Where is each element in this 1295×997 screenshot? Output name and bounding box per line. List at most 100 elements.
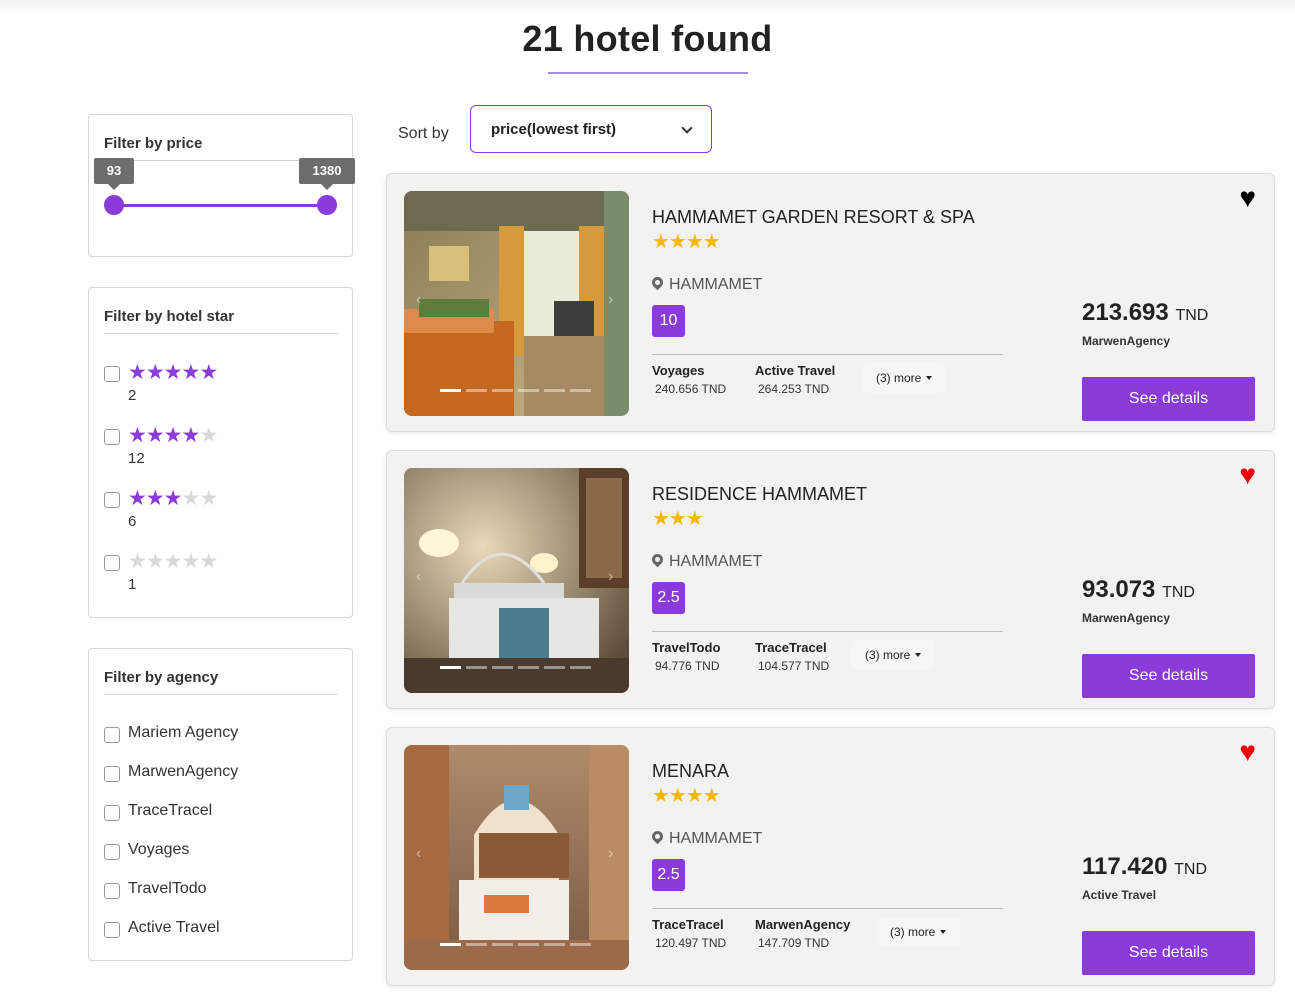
agency-filter-option[interactable]: Voyages: [104, 839, 324, 863]
favorite-heart-icon[interactable]: ♥: [1239, 461, 1256, 489]
star-icon: ★: [145, 424, 165, 447]
star-icon: ★: [128, 550, 147, 573]
hotel-name[interactable]: HAMMAMET GARDEN RESORT & SPA: [652, 207, 975, 228]
star-icon: ★: [145, 487, 165, 510]
agency-filter-option[interactable]: Mariem Agency: [104, 722, 324, 746]
star-filter-option[interactable]: ★★★★★ 12: [104, 424, 304, 474]
star-rating-icons: ★★★★★: [128, 424, 218, 448]
star-icon: ★: [199, 487, 218, 510]
offer-price: 147.709 TND: [758, 936, 830, 950]
carousel-indicator[interactable]: [492, 389, 513, 392]
agency-filter-checkbox[interactable]: [104, 844, 120, 860]
favorite-heart-icon[interactable]: ♥: [1239, 738, 1256, 766]
more-offers-button[interactable]: (3) more: [862, 363, 947, 393]
carousel-indicator[interactable]: [544, 943, 565, 946]
hotel-rating-badge: 10: [652, 305, 685, 337]
more-offers-label: (3) more: [890, 925, 936, 939]
more-offers-button[interactable]: (3) more: [876, 917, 961, 947]
carousel-next-icon[interactable]: ›: [608, 568, 613, 586]
star-filter-checkbox[interactable]: [104, 366, 120, 382]
carousel-indicator[interactable]: [466, 666, 487, 669]
carousel-indicator[interactable]: [570, 666, 591, 669]
hotel-location: HAMMAMET: [649, 828, 762, 848]
agency-filter-label: MarwenAgency: [128, 763, 239, 780]
offer-price: 94.776 TND: [655, 659, 720, 673]
more-offers-button[interactable]: (3) more: [851, 640, 936, 670]
agency-filter-label: Voyages: [128, 841, 190, 858]
carousel-indicator[interactable]: [492, 943, 513, 946]
favorite-heart-icon[interactable]: ♥: [1239, 184, 1256, 212]
carousel-indicator[interactable]: [570, 389, 591, 392]
agency-filter-checkbox[interactable]: [104, 883, 120, 899]
carousel-next-icon[interactable]: ›: [608, 291, 613, 309]
agency-filter-option[interactable]: Active Travel: [104, 917, 324, 941]
carousel-indicator[interactable]: [544, 389, 565, 392]
sort-select[interactable]: price(lowest first): [470, 105, 712, 153]
price-slider-track[interactable]: [114, 204, 327, 207]
offer-price: 264.253 TND: [758, 382, 830, 396]
carousel-indicator[interactable]: [492, 666, 513, 669]
price-max-handle[interactable]: [317, 195, 337, 215]
hotel-name[interactable]: MENARA: [652, 761, 729, 782]
hotel-name[interactable]: RESIDENCE HAMMAMET: [652, 484, 867, 505]
carousel-indicator[interactable]: [466, 389, 487, 392]
offer-agency-name: MarwenAgency: [755, 917, 851, 932]
carousel-prev-icon[interactable]: ‹: [416, 568, 421, 586]
carousel-prev-icon[interactable]: ‹: [416, 291, 421, 309]
sort-selected-value: price(lowest first): [491, 121, 617, 138]
carousel-indicator[interactable]: [466, 943, 487, 946]
best-price-agency: Active Travel: [1082, 888, 1157, 902]
hotel-location-text: HAMMAMET: [669, 553, 763, 570]
more-offers-label: (3) more: [865, 648, 911, 662]
offers-divider: [652, 354, 1003, 355]
star-filter-checkbox[interactable]: [104, 429, 120, 445]
star-icon: ★: [163, 550, 183, 573]
star-filter-checkbox[interactable]: [104, 555, 120, 571]
hotel-photo-carousel[interactable]: ‹ ›: [404, 745, 629, 970]
chevron-down-icon: [681, 122, 693, 134]
star-filter-option[interactable]: ★★★★★ 6: [104, 487, 304, 537]
hotel-location: HAMMAMET: [649, 551, 763, 571]
star-icon: ★: [181, 487, 200, 510]
price-min-tooltip: 93: [94, 158, 134, 190]
carousel-indicator[interactable]: [440, 389, 461, 392]
map-pin-icon: [649, 274, 666, 291]
star-filter-panel: Filter by hotel star ★★★★★ 2 ★★★★★ 12 ★★★★★ 6…: [88, 287, 353, 618]
agency-filter-option[interactable]: TravelTodo: [104, 878, 324, 902]
hotel-star-rating: ★★★: [652, 508, 704, 530]
carousel-indicator[interactable]: [440, 666, 461, 669]
star-filter-checkbox[interactable]: [104, 492, 120, 508]
carousel-prev-icon[interactable]: ‹: [416, 845, 421, 863]
see-details-button[interactable]: See details: [1082, 377, 1255, 421]
agency-filter-option[interactable]: MarwenAgency: [104, 761, 324, 785]
agency-filter-checkbox[interactable]: [104, 766, 120, 782]
carousel-indicator[interactable]: [518, 666, 539, 669]
see-details-button[interactable]: See details: [1082, 931, 1255, 975]
hotel-location: HAMMAMET: [649, 274, 762, 294]
hotel-photo-carousel[interactable]: ‹ ›: [404, 468, 629, 693]
price-min-handle[interactable]: [104, 195, 124, 215]
header-shadow: [0, 0, 1295, 14]
hotel-photo-carousel[interactable]: ‹ ›: [404, 191, 629, 416]
star-icon: ★: [128, 361, 147, 384]
star-icon: ★: [199, 361, 218, 384]
agency-filter-option[interactable]: TraceTracel: [104, 800, 324, 824]
star-icon: ★: [128, 487, 147, 510]
agency-filter-checkbox[interactable]: [104, 922, 120, 938]
carousel-indicator[interactable]: [544, 666, 565, 669]
star-filter-option[interactable]: ★★★★★ 1: [104, 550, 304, 600]
carousel-next-icon[interactable]: ›: [608, 845, 613, 863]
carousel-indicator[interactable]: [518, 943, 539, 946]
star-filter-option[interactable]: ★★★★★ 2: [104, 361, 304, 411]
see-details-button[interactable]: See details: [1082, 654, 1255, 698]
price-amount: 93.073: [1082, 576, 1156, 603]
agency-filter-checkbox[interactable]: [104, 805, 120, 821]
star-filter-count: 2: [128, 387, 137, 404]
carousel-indicator[interactable]: [440, 943, 461, 946]
caret-down-icon: [926, 376, 933, 380]
star-filter-count: 1: [128, 576, 137, 593]
carousel-indicator[interactable]: [518, 389, 539, 392]
agency-filter-checkbox[interactable]: [104, 727, 120, 743]
star-icon: ★: [181, 424, 200, 447]
carousel-indicator[interactable]: [570, 943, 591, 946]
